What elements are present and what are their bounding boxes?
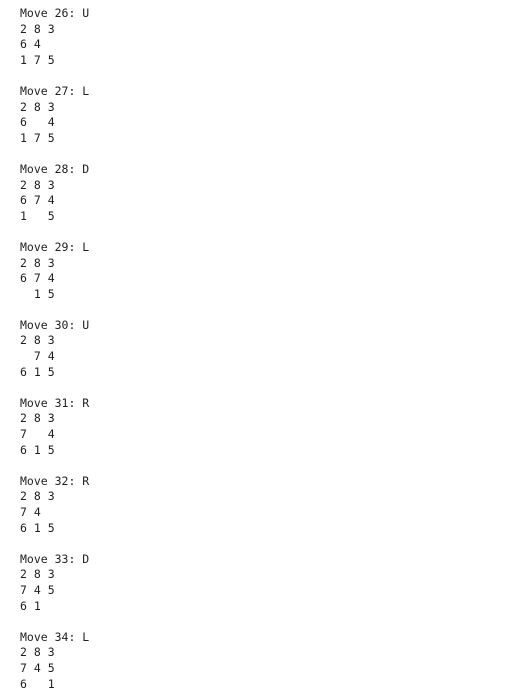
- board-row: 7 4 5: [20, 660, 55, 675]
- move-header: Move 32: R: [20, 473, 90, 488]
- board-row: 2 8 3: [20, 411, 55, 426]
- board-row: 2 8 3: [20, 21, 55, 36]
- move-block: Move 31: R 2 8 3 7 4 6 1 5: [20, 396, 515, 458]
- board-row: 2 8 3: [20, 645, 55, 660]
- board-row: 1 5: [20, 208, 55, 223]
- move-header: Move 33: D: [20, 551, 90, 566]
- move-block: Move 32: R 2 8 3 7 4 6 1 5: [20, 474, 515, 536]
- board-row: 7 4 5: [20, 582, 55, 597]
- move-header: Move 27: L: [20, 83, 90, 98]
- move-block: Move 28: D 2 8 3 6 7 4 1 5: [20, 162, 515, 224]
- board-row: 2 8 3: [20, 489, 55, 504]
- move-block: Move 30: U 2 8 3 7 4 6 1 5: [20, 318, 515, 380]
- board-row: 6 1: [20, 598, 41, 613]
- move-header: Move 28: D: [20, 161, 90, 176]
- move-header: Move 31: R: [20, 395, 90, 410]
- board-row: 2 8 3: [20, 177, 55, 192]
- board-row: 6 1 5: [20, 442, 55, 457]
- board-row: 7 4: [20, 349, 55, 364]
- board-row: 2 8 3: [20, 99, 55, 114]
- move-header: Move 29: L: [20, 239, 90, 254]
- board-row: 7 4: [20, 427, 55, 442]
- board-row: 6 7 4: [20, 193, 55, 208]
- board-row: 6 4: [20, 115, 55, 130]
- board-row: 6 1 5: [20, 520, 55, 535]
- move-block: Move 33: D 2 8 3 7 4 5 6 1: [20, 552, 515, 614]
- board-row: 2 8 3: [20, 333, 55, 348]
- move-block: Move 29: L 2 8 3 6 7 4 1 5: [20, 240, 515, 302]
- board-row: 1 5: [20, 286, 55, 301]
- move-header: Move 26: U: [20, 6, 90, 20]
- board-row: 6 4: [20, 37, 41, 52]
- board-row: 6 7 4: [20, 271, 55, 286]
- board-row: 1 7 5: [20, 52, 55, 67]
- board-row: 1 7 5: [20, 130, 55, 145]
- board-row: 6 1 5: [20, 364, 55, 379]
- board-row: 6 1: [20, 676, 55, 691]
- board-row: 2 8 3: [20, 567, 55, 582]
- move-header: Move 30: U: [20, 317, 90, 332]
- console-output: Move 26: U 2 8 3 6 4 1 7 5 Move 27: L 2 …: [20, 6, 515, 695]
- move-block: Move 26: U 2 8 3 6 4 1 7 5: [20, 6, 515, 68]
- move-header: Move 34: L: [20, 629, 90, 644]
- board-row: 2 8 3: [20, 255, 55, 270]
- move-block: Move 34: L 2 8 3 7 4 5 6 1: [20, 630, 515, 692]
- move-block: Move 27: L 2 8 3 6 4 1 7 5: [20, 84, 515, 146]
- board-row: 7 4: [20, 505, 41, 519]
